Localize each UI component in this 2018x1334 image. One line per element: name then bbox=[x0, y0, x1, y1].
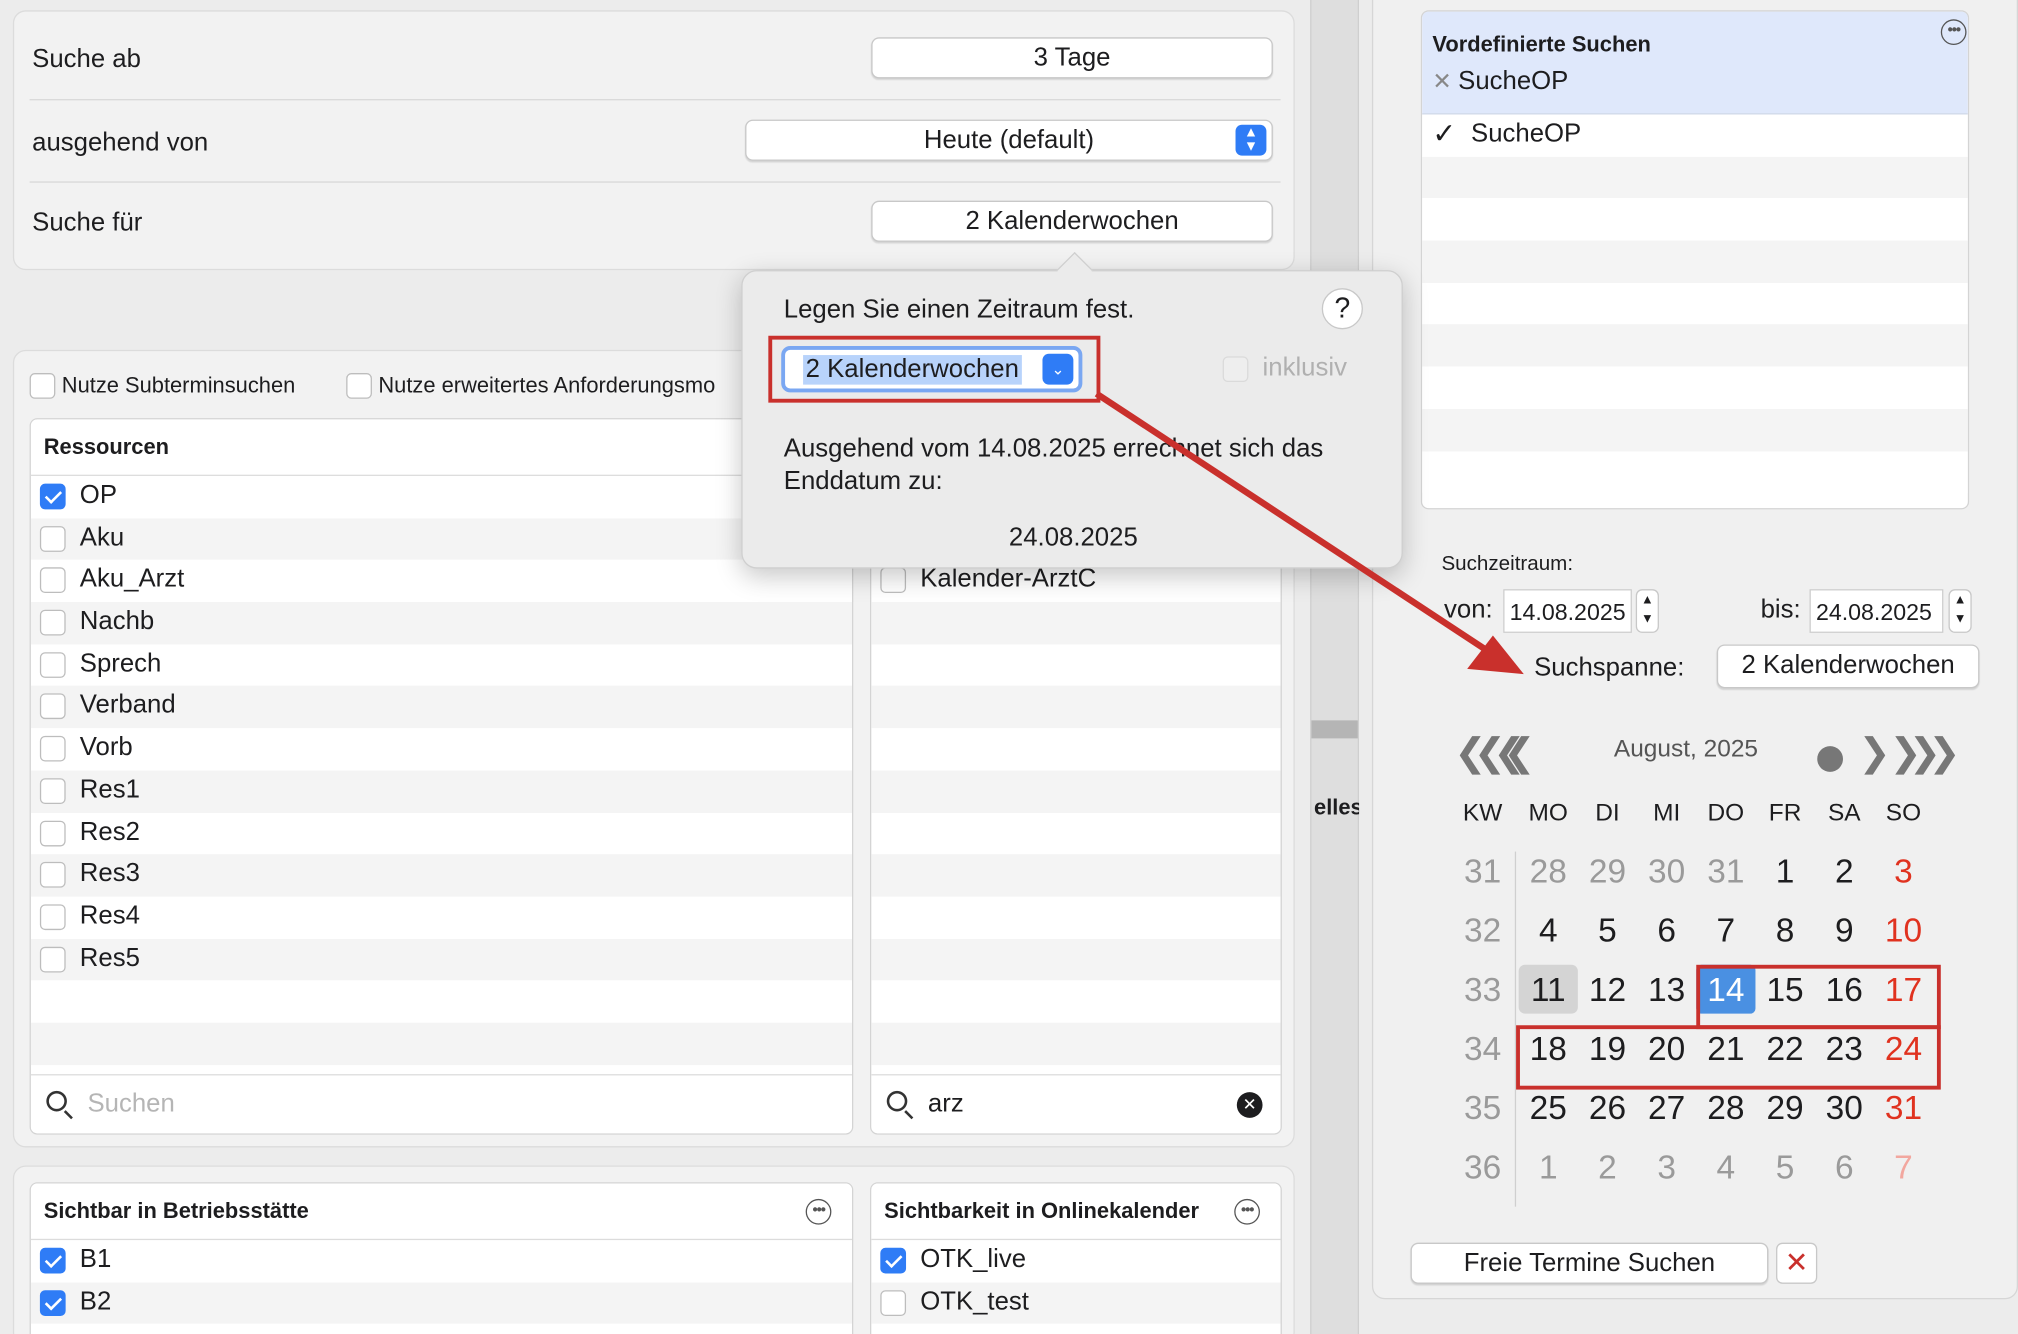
annotation-arrow bbox=[1094, 390, 1524, 675]
